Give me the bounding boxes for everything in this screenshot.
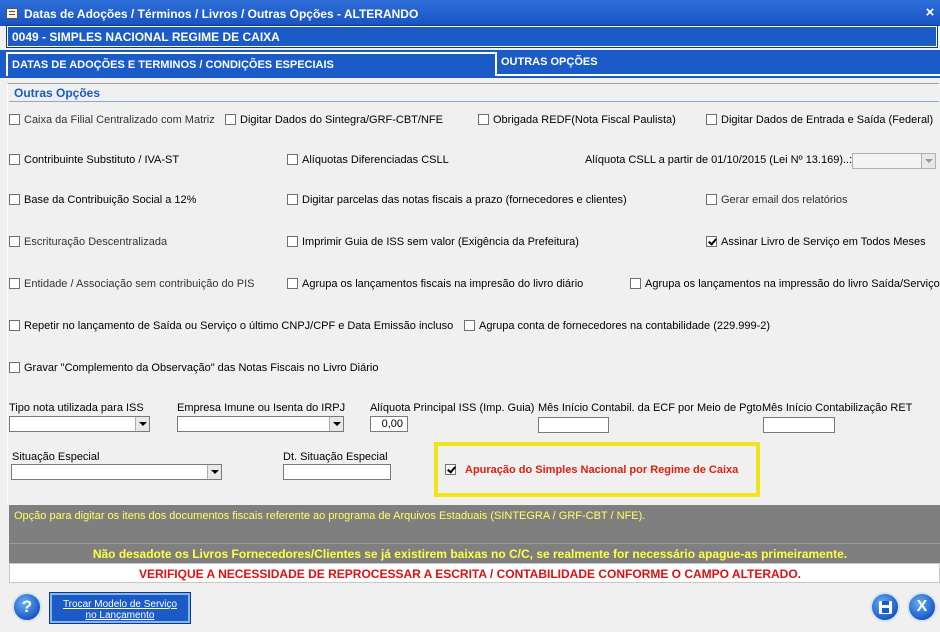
checkbox-label: Entidade / Associação sem contribuição d… — [24, 278, 255, 290]
close-icon: X — [916, 598, 928, 615]
checkbox-label: Agrupa conta de fornecedores na contabil… — [479, 320, 771, 332]
aliquota-iss-input[interactable]: 0,00 — [370, 416, 408, 432]
checkbox-box[interactable] — [287, 236, 298, 247]
situacao-especial-select[interactable] — [11, 464, 222, 480]
question-icon: ? — [21, 597, 33, 616]
aliquota-iss-value: 0,00 — [381, 418, 403, 430]
checkbox-box[interactable] — [706, 236, 717, 247]
section-title: Outras Opções — [14, 86, 101, 100]
checkbox-label: Agrupa os lançamentos na impressão do li… — [645, 278, 940, 290]
checkbox-box[interactable] — [9, 236, 20, 247]
checkbox-label: Apuração do Simples Nacional por Regime … — [465, 464, 739, 476]
window-app-icon — [6, 8, 18, 19]
checkbox-box[interactable] — [464, 320, 475, 331]
window-title: Datas de Adoções / Términos / Livros / O… — [24, 7, 419, 21]
checkbox-box[interactable] — [706, 194, 717, 205]
chevron-down-icon[interactable] — [329, 417, 343, 431]
checkbox-box[interactable] — [287, 154, 298, 165]
checkbox-label: Digitar parcelas das notas fiscais a pra… — [302, 194, 627, 206]
checkbox-label: Digitar Dados do Sintegra/GRF-CBT/NFE — [240, 114, 443, 126]
checkbox-box[interactable] — [9, 320, 20, 331]
floppy-disk-icon — [879, 601, 892, 614]
checkbox-box[interactable] — [478, 114, 489, 125]
trocar-modelo-servico-button[interactable]: Trocar Modelo de Serviço no Lançamento — [49, 592, 191, 624]
checkbox-box[interactable] — [9, 278, 20, 289]
checkbox-box[interactable] — [9, 114, 20, 125]
checkbox-label: Obrigada REDF(Nota Fiscal Paulista) — [493, 114, 676, 126]
tab-datas-adocoes[interactable]: DATAS DE ADOÇÕES E TERMINOS / CONDIÇÕES … — [6, 52, 497, 76]
tab-datas-label: DATAS DE ADOÇÕES E TERMINOS / CONDIÇÕES … — [12, 59, 334, 71]
checkbox-label: Agrupa os lançamentos fiscais na impresã… — [302, 278, 584, 290]
trocar-button-label-line2: no Lançamento — [85, 610, 155, 621]
checkbox-box[interactable] — [9, 154, 20, 165]
checkbox-box[interactable] — [630, 278, 641, 289]
tab-outras-opcoes[interactable]: OUTRAS OPÇÕES — [501, 56, 598, 68]
checkbox-label: Digitar Dados de Entrada e Saída (Federa… — [721, 114, 934, 126]
trocar-button-label-line1: Trocar Modelo de Serviço — [62, 599, 178, 610]
checkbox-box[interactable] — [9, 194, 20, 205]
checkbox-box[interactable] — [706, 114, 717, 125]
situacao-especial-label: Situação Especial — [12, 451, 100, 463]
tab-active-underline — [497, 74, 940, 76]
checkbox-label: Base da Contribuição Social a 12% — [24, 194, 197, 206]
section-divider — [9, 101, 939, 102]
warning-text: Não desadote os Livros Fornecedores/Clie… — [92, 547, 848, 561]
aliquota-iss-label: Alíquota Principal ISS (Imp. Guia) — [370, 402, 535, 414]
options-panel — [7, 83, 939, 503]
chevron-down-icon[interactable] — [921, 154, 935, 168]
mes-inicio-ecf-label: Mês Início Contabil. da ECF por Meio de … — [538, 402, 765, 414]
empresa-imune-label: Empresa Imune ou Isenta do IRPJ — [177, 402, 346, 414]
checkbox-box[interactable] — [445, 464, 456, 475]
mes-inicio-ecf-input[interactable] — [538, 417, 609, 433]
checkbox-box[interactable] — [287, 278, 298, 289]
save-button[interactable] — [870, 592, 900, 622]
mes-inicio-ret-label: Mês Início Contabilização RET — [762, 402, 913, 414]
checkbox-label: Escrituração Descentralizada — [24, 236, 168, 248]
checkbox-label: Gravar "Complemento da Observação" das N… — [24, 362, 379, 374]
hint-text: Opção para digitar os itens dos document… — [14, 510, 646, 522]
tipo-nota-iss-label: Tipo nota utilizada para ISS — [9, 402, 144, 414]
tipo-nota-iss-select[interactable] — [9, 416, 150, 432]
aliquota-csll-select[interactable] — [852, 153, 936, 169]
title-bar: Datas de Adoções / Términos / Livros / O… — [0, 0, 940, 26]
dt-situacao-especial-input[interactable] — [283, 464, 391, 480]
checkbox-label: Alíquotas Diferenciadas CSLL — [302, 154, 449, 166]
mes-inicio-ret-input[interactable] — [763, 417, 835, 433]
checkbox-label: Caixa da Filial Centralizado com Matriz — [24, 114, 215, 126]
company-bar: 0049 - SIMPLES NACIONAL REGIME DE CAIXA — [6, 25, 938, 48]
checkbox-label: Gerar email dos relatórios — [721, 194, 848, 206]
help-button[interactable]: ? — [12, 592, 42, 622]
checkbox-label: Imprimir Guia de ISS sem valor (Exigênci… — [302, 236, 579, 248]
checkbox-label: Assinar Livro de Serviço em Todos Meses — [721, 236, 926, 248]
dt-situacao-especial-label: Dt. Situação Especial — [283, 451, 388, 463]
aliquota-csll-label: Alíquota CSLL a partir de 01/10/2015 (Le… — [585, 154, 853, 166]
exit-button[interactable]: X — [907, 592, 937, 622]
close-icon[interactable]: × — [922, 5, 938, 21]
company-name: 0049 - SIMPLES NACIONAL REGIME DE CAIXA — [12, 30, 280, 44]
checkbox-label: Repetir no lançamento de Saída ou Serviç… — [24, 320, 454, 332]
empresa-imune-select[interactable] — [177, 416, 344, 432]
checkbox-box[interactable] — [287, 194, 298, 205]
checkbox-box[interactable] — [9, 362, 20, 373]
chevron-down-icon[interactable] — [207, 465, 221, 479]
checkbox-box[interactable] — [225, 114, 236, 125]
checkbox-label: Contribuinte Substituto / IVA-ST — [24, 154, 180, 166]
chevron-down-icon[interactable] — [135, 417, 149, 431]
alert-text: VERIFIQUE A NECESSIDADE DE REPROCESSAR A… — [138, 567, 802, 581]
